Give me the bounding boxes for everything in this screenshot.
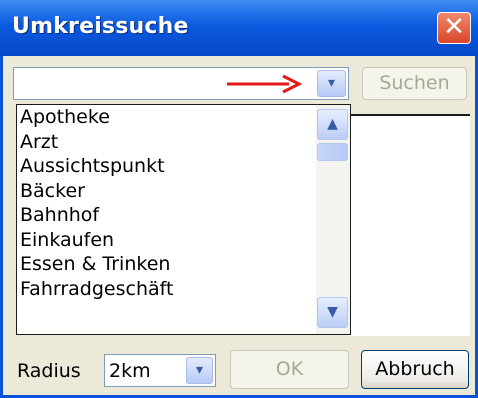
list-item[interactable]: Apotheke	[17, 105, 350, 130]
category-dropdown-list[interactable]: Apotheke Arzt Aussichtspunkt Bäcker Bahn…	[16, 104, 351, 335]
search-button[interactable]: Suchen	[362, 67, 467, 100]
list-item[interactable]: Aussichtspunkt	[17, 154, 350, 179]
list-item[interactable]: Bäcker	[17, 179, 350, 204]
chevron-down-icon: ▾	[195, 362, 204, 378]
radius-value: 2km	[109, 360, 151, 382]
list-item[interactable]: Einkaufen	[17, 228, 350, 253]
window-title: Umkreissuche	[12, 14, 189, 39]
list-item[interactable]: Bahnhof	[17, 203, 350, 228]
ok-button[interactable]: OK	[230, 350, 349, 389]
scroll-thumb[interactable]	[317, 143, 348, 161]
annotation-arrow-icon	[227, 74, 303, 94]
radius-dropdown-button[interactable]: ▾	[186, 357, 213, 384]
title-bar: Umkreissuche ✕	[0, 0, 478, 56]
chevron-down-icon: ▼	[327, 304, 338, 320]
list-scrollbar[interactable]: ▲ ▼	[316, 105, 350, 334]
category-dropdown-button[interactable]: ▾	[317, 70, 346, 97]
close-button[interactable]: ✕	[437, 12, 471, 44]
cancel-button[interactable]: Abbruch	[361, 350, 469, 389]
list-item[interactable]: Fahrradgeschäft	[17, 277, 350, 302]
radius-select[interactable]: 2km ▾	[104, 354, 216, 387]
radius-label: Radius	[17, 360, 81, 382]
dialog-window: Umkreissuche ✕ ▾ Suchen Apotheke Arzt Au…	[0, 0, 478, 398]
list-item[interactable]: Essen & Trinken	[17, 252, 350, 277]
chevron-down-icon: ▾	[327, 75, 336, 91]
chevron-up-icon: ▲	[327, 116, 338, 132]
scroll-up-button[interactable]: ▲	[317, 109, 348, 140]
results-panel	[347, 114, 470, 336]
list-item[interactable]: Arzt	[17, 130, 350, 155]
scroll-down-button[interactable]: ▼	[317, 297, 348, 328]
